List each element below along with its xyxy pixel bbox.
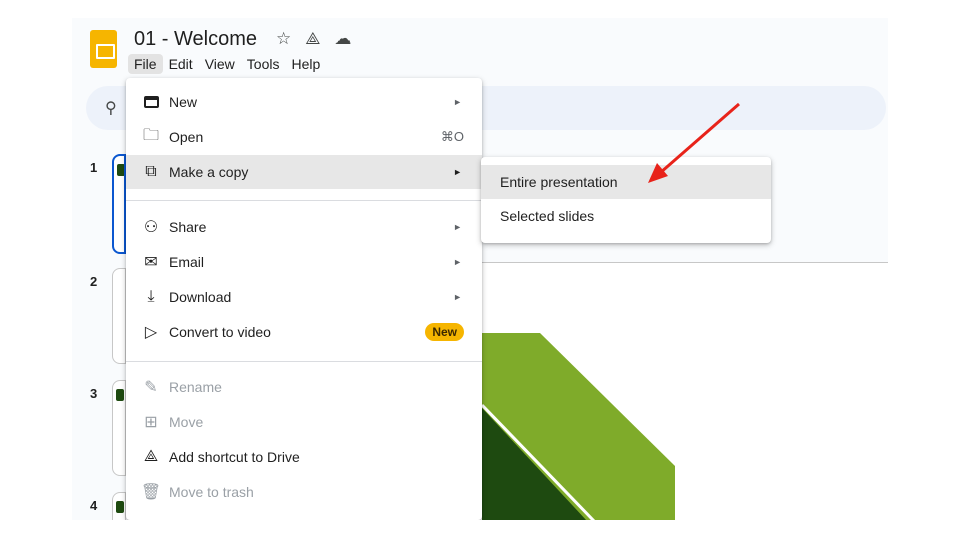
thumbnail-graphic (116, 389, 124, 401)
shortcut-label: ⌘O (440, 129, 464, 144)
menu-item-label: Rename (169, 379, 222, 395)
menu-item-label: Move (169, 414, 204, 430)
submenu-item-label: Entire presentation (500, 174, 618, 190)
menu-item-make-a-copy[interactable]: ⧉ Make a copy ► (126, 155, 482, 189)
menu-item-label: Share (169, 219, 207, 235)
menu-view[interactable]: View (199, 54, 241, 74)
menu-item-label: Convert to video (169, 324, 271, 340)
slide-number-3: 3 (90, 386, 98, 401)
menu-tools[interactable]: Tools (241, 54, 286, 74)
slide-thumbnail-1[interactable] (112, 154, 126, 254)
submenu-item-entire-presentation[interactable]: Entire presentation (481, 165, 771, 199)
menu-edit[interactable]: Edit (163, 54, 199, 74)
slide-number-4: 4 (90, 498, 98, 513)
slide-thumbnail-3[interactable] (112, 380, 126, 476)
document-title[interactable]: 01 - Welcome (134, 28, 257, 51)
slide-number-2: 2 (90, 274, 98, 289)
folder-icon: 🗀 (142, 126, 159, 144)
submenu-item-selected-slides[interactable]: Selected slides (481, 199, 771, 233)
menu-item-label: Make a copy (169, 164, 249, 180)
submenu-item-label: Selected slides (500, 208, 595, 224)
submenu-arrow-icon: ► (453, 222, 462, 232)
presentation-icon (140, 93, 162, 111)
menu-item-rename[interactable]: ✎ Rename (126, 370, 482, 404)
submenu-arrow-icon: ► (453, 257, 462, 267)
menu-item-share[interactable]: ⚇ Share ► (126, 210, 482, 244)
menu-item-label: Open (169, 129, 204, 145)
cloud-saved-icon[interactable]: ☁ (334, 29, 351, 49)
menu-help[interactable]: Help (285, 54, 326, 74)
download-icon: ⤓ (147, 288, 155, 305)
slides-app-window: 01 - Welcome ☆ ⟁ ☁ File Edit View Tools … (72, 18, 888, 520)
menu-item-new[interactable]: New ► (126, 85, 482, 119)
slide-canvas[interactable] (482, 262, 888, 520)
menu-item-download[interactable]: ⤓ Download ► (126, 280, 482, 314)
trash-icon: 🗑 (140, 484, 162, 501)
new-badge: New (425, 323, 464, 341)
slide-thumbnail-4[interactable] (112, 492, 126, 520)
move-folder-icon: ⊞ (144, 414, 158, 431)
slides-logo-icon[interactable] (90, 30, 117, 68)
menu-item-label: Download (169, 289, 232, 305)
person-add-icon: ⚇ (143, 219, 159, 236)
drive-shortcut-icon: ⟁ (143, 448, 159, 465)
menubar: File Edit View Tools Help (128, 54, 326, 74)
slide-thumbnail-2[interactable] (112, 268, 126, 364)
make-a-copy-submenu: Entire presentation Selected slides (481, 157, 771, 243)
menu-item-move-to-trash[interactable]: 🗑 Move to trash (126, 475, 482, 509)
copy-icon: ⧉ (145, 163, 157, 180)
title-icons: ☆ ⟁ ☁ (276, 29, 351, 49)
menu-item-email[interactable]: ✉ Email ► (126, 245, 482, 279)
play-sparkle-icon: ▷ (144, 324, 158, 341)
slide-graphic (482, 333, 675, 520)
drive-shortcut-icon[interactable]: ⟁ (305, 29, 320, 49)
menu-item-move[interactable]: ⊞ Move (126, 405, 482, 439)
menu-item-open[interactable]: 🗀 Open ⌘O (126, 120, 482, 154)
star-icon[interactable]: ☆ (276, 29, 291, 49)
slide-number-1: 1 (90, 160, 98, 175)
submenu-arrow-icon: ► (453, 292, 462, 302)
search-icon[interactable]: ⚲ (105, 98, 117, 118)
pencil-icon: ✎ (144, 379, 158, 396)
mail-icon: ✉ (144, 254, 158, 271)
file-menu: New ► 🗀 Open ⌘O ⧉ Make a copy ► ⚇ Share … (126, 78, 482, 520)
menu-item-convert-to-video[interactable]: ▷ Convert to video New (126, 315, 482, 349)
submenu-arrow-icon: ► (453, 97, 462, 107)
menu-item-add-shortcut[interactable]: ⟁ Add shortcut to Drive (126, 440, 482, 474)
menu-item-label: Move to trash (169, 484, 254, 500)
submenu-arrow-icon: ► (453, 167, 462, 177)
menu-item-label: Email (169, 254, 205, 270)
menu-divider (126, 200, 482, 201)
thumbnail-graphic (116, 501, 124, 513)
thumbnail-graphic (117, 164, 124, 176)
menu-item-label: Add shortcut to Drive (169, 449, 300, 465)
menu-item-label: New (169, 94, 198, 110)
menu-divider (126, 361, 482, 362)
menu-file[interactable]: File (128, 54, 163, 74)
